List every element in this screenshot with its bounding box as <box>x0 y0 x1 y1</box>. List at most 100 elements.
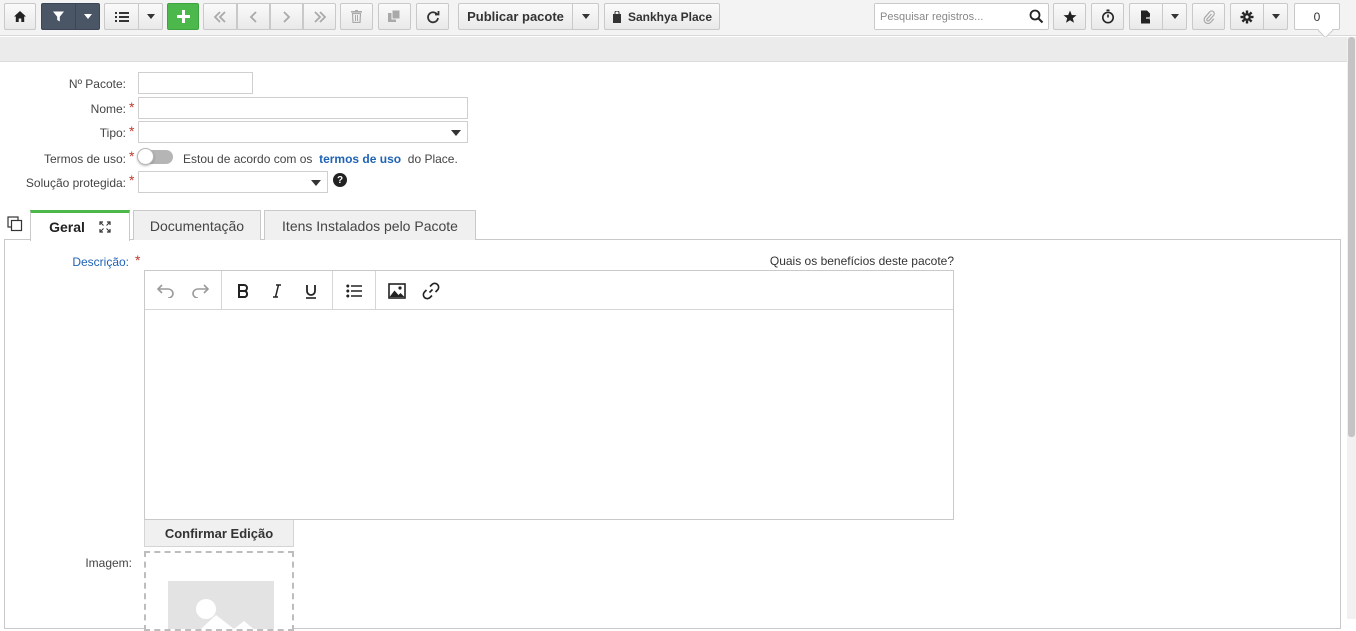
chevron-left-icon <box>249 10 257 23</box>
confirm-edit-label: Confirmar Edição <box>164 525 274 541</box>
main-toolbar: Publicar pacote Sankhya Place 0 <box>0 0 1356 36</box>
next-record-button[interactable] <box>270 3 303 30</box>
refresh-icon <box>426 10 439 23</box>
plus-icon <box>176 10 190 23</box>
undo-button[interactable] <box>155 280 177 302</box>
required-mark: * <box>129 99 135 115</box>
chevron-down-icon <box>146 14 155 19</box>
toggle-knob <box>137 148 154 165</box>
filter-dropdown-button[interactable] <box>75 3 100 30</box>
filter-button[interactable] <box>41 3 75 30</box>
description-hint: Quais os benefícios deste pacote? <box>769 254 954 268</box>
delete-button[interactable] <box>340 3 373 30</box>
first-record-button[interactable] <box>203 3 237 30</box>
search-box <box>874 3 1049 30</box>
bullet-list-button[interactable] <box>343 280 365 302</box>
favorite-button[interactable] <box>1053 3 1086 30</box>
filter-icon <box>53 11 64 22</box>
terms-of-use-link[interactable]: termos de uso <box>319 152 401 166</box>
undo-icon <box>157 284 174 298</box>
insert-link-button[interactable] <box>420 280 442 302</box>
redo-icon <box>192 284 209 298</box>
editor-content-area[interactable] <box>145 311 953 519</box>
terms-label: Termos de uso: <box>43 152 126 166</box>
double-chevron-right-icon <box>313 10 326 23</box>
required-mark: * <box>135 252 141 268</box>
publish-package-dropdown[interactable] <box>572 3 599 30</box>
list-view-button[interactable] <box>104 3 138 30</box>
type-label: Tipo: <box>99 126 126 140</box>
package-number-input[interactable] <box>138 72 253 94</box>
double-chevron-left-icon <box>213 10 226 23</box>
search-icon[interactable] <box>1029 9 1044 24</box>
last-record-button[interactable] <box>303 3 336 30</box>
tab-geral[interactable]: Geral <box>30 210 130 241</box>
editor-toolbar <box>145 271 953 310</box>
bold-icon <box>238 284 249 298</box>
sub-header-bar <box>0 37 1347 62</box>
search-input[interactable] <box>875 4 1025 29</box>
underline-button[interactable] <box>300 280 322 302</box>
home-icon <box>14 11 26 22</box>
protected-solution-select[interactable] <box>138 171 328 193</box>
clone-icon[interactable] <box>7 216 23 232</box>
export-button[interactable] <box>1129 3 1162 30</box>
trash-icon <box>351 10 362 23</box>
chevron-right-icon <box>283 10 291 23</box>
list-icon <box>114 11 129 22</box>
image-upload-area[interactable] <box>144 551 294 631</box>
name-label: Nome: <box>90 102 126 116</box>
image-label: Imagem: <box>85 556 132 570</box>
link-icon <box>422 282 440 300</box>
help-icon[interactable]: ? <box>333 173 347 187</box>
home-button[interactable] <box>4 3 36 30</box>
chevron-down-icon <box>1271 14 1280 19</box>
description-label: Descrição: <box>72 255 129 269</box>
chevron-down-icon <box>1170 14 1179 19</box>
previous-record-button[interactable] <box>237 3 270 30</box>
insert-image-button[interactable] <box>386 280 408 302</box>
underline-icon <box>306 284 316 299</box>
tab-documentacao-label: Documentação <box>149 217 245 234</box>
star-icon <box>1063 10 1076 23</box>
attachments-button[interactable] <box>1192 3 1225 30</box>
refresh-button[interactable] <box>416 3 449 30</box>
required-mark: * <box>129 172 135 188</box>
tab-itens-instalados[interactable]: Itens Instalados pelo Pacote <box>264 210 476 240</box>
toolbar-divider <box>375 271 376 310</box>
expand-icon[interactable] <box>99 221 111 233</box>
bag-icon <box>612 10 621 23</box>
terms-suffix: do Place. <box>407 152 458 166</box>
tab-documentacao[interactable]: Documentação <box>133 210 261 240</box>
type-select[interactable] <box>138 121 468 143</box>
sankhya-place-label: Sankhya Place <box>627 9 713 24</box>
scrollbar-thumb[interactable] <box>1348 37 1355 437</box>
timer-button[interactable] <box>1091 3 1124 30</box>
chevron-down-icon <box>581 14 590 19</box>
bullet-list-icon <box>346 284 362 298</box>
image-icon <box>388 283 406 299</box>
duplicate-button[interactable] <box>378 3 411 30</box>
terms-toggle[interactable] <box>137 148 173 165</box>
publish-package-button[interactable]: Publicar pacote <box>458 3 572 30</box>
chevron-down-icon <box>451 130 461 136</box>
placeholder-image-graphic <box>196 599 254 629</box>
italic-icon <box>273 284 281 298</box>
sankhya-place-button[interactable]: Sankhya Place <box>604 3 720 30</box>
required-mark: * <box>129 123 135 139</box>
toolbar-divider <box>332 271 333 310</box>
redo-button[interactable] <box>189 280 211 302</box>
confirm-edit-button[interactable]: Confirmar Edição <box>144 520 294 547</box>
settings-dropdown-button[interactable] <box>1263 3 1288 30</box>
export-dropdown-button[interactable] <box>1162 3 1187 30</box>
add-record-button[interactable] <box>167 3 199 30</box>
name-input[interactable] <box>138 97 468 119</box>
vertical-scrollbar[interactable] <box>1347 37 1356 619</box>
italic-button[interactable] <box>266 280 288 302</box>
list-view-dropdown-button[interactable] <box>138 3 163 30</box>
bold-button[interactable] <box>232 280 254 302</box>
notification-count[interactable]: 0 <box>1294 3 1340 30</box>
package-number-label: Nº Pacote: <box>68 77 126 91</box>
toolbar-divider <box>221 271 222 310</box>
settings-button[interactable] <box>1230 3 1263 30</box>
